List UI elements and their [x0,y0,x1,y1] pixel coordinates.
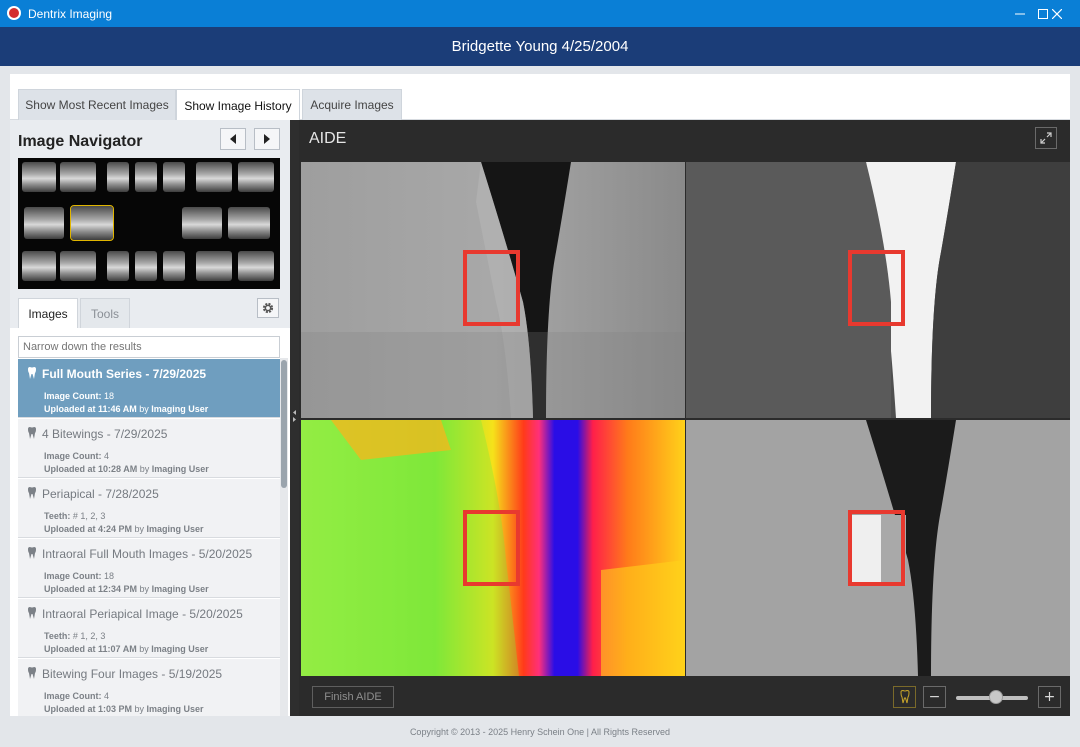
series-upload-line: Uploaded at 10:28 AM by Imaging User [44,464,209,474]
image-navigator-title: Image Navigator [18,133,143,150]
gear-icon [262,302,274,314]
series-detail-line: Image Count: 18 [44,391,115,401]
aide-detection-marker [463,250,520,326]
maximize-button[interactable] [997,0,1048,27]
viewer-title: AIDE [309,130,347,147]
series-detail-line: Image Count: 4 [44,691,110,701]
aide-detection-marker [848,250,905,326]
tab-tools[interactable]: Tools [80,298,130,328]
xray-thumbnail[interactable] [238,162,274,192]
tab-images[interactable]: Images [18,298,78,329]
image-history-list: Full Mouth Series - 7/29/2025 Image Coun… [10,328,290,716]
series-detail-line: Image Count: 18 [44,571,115,581]
series-title: Periapical - 7/28/2025 [42,487,159,501]
zoom-in-button[interactable]: + [1038,686,1061,708]
aide-detection-marker [463,510,520,586]
patient-header: Bridgette Young 4/25/2004 [0,27,1080,66]
xray-thumbnail[interactable] [107,162,129,192]
settings-button[interactable] [257,298,279,318]
series-detail-line: Teeth: # 1, 2, 3 [44,631,106,641]
tooth-icon [28,607,36,619]
list-item[interactable]: Periapical - 7/28/2025 Teeth: # 1, 2, 3 … [18,479,280,538]
xray-thumbnail[interactable] [238,251,274,281]
xray-pane-original[interactable] [301,162,685,418]
list-item[interactable]: Intraoral Periapical Image - 5/20/2025 T… [18,599,280,658]
aide-detection-marker [848,510,905,586]
xray-thumbnail[interactable] [182,207,222,239]
series-upload-line: Uploaded at 11:07 AM by Imaging User [44,644,209,654]
series-upload-line: Uploaded at 1:03 PM by Imaging User [44,704,204,714]
tooth-tool-button[interactable] [893,686,916,708]
xray-thumbnail[interactable] [24,207,64,239]
window-titlebar: Dentrix Imaging [0,0,1080,27]
xray-thumbnail[interactable] [196,251,232,281]
xray-thumbnail[interactable] [22,251,56,281]
xray-thumbnail[interactable] [163,251,185,281]
xray-thumbnail[interactable] [60,251,96,281]
tooth-icon [28,547,36,559]
list-item[interactable]: Intraoral Full Mouth Images - 5/20/2025 … [18,539,280,598]
xray-thumbnail[interactable] [228,207,270,239]
navigator-next-button[interactable] [254,128,280,150]
image-navigator-thumbnails [18,158,280,289]
series-title: Full Mouth Series - 7/29/2025 [42,367,207,381]
splitter-grip-icon [293,410,296,422]
zoom-out-button[interactable]: − [923,686,946,708]
tooth-icon [28,487,36,499]
tooth-outline-icon [899,690,910,704]
xray-pane-enhanced[interactable] [686,420,1070,676]
expand-icon [1040,132,1052,144]
tooth-icon [28,427,36,439]
tab-show-most-recent-images[interactable]: Show Most Recent Images [18,89,176,120]
expand-button[interactable] [1035,127,1057,149]
xray-thumbnail-selected[interactable] [70,205,114,241]
series-detail-line: Teeth: # 1, 2, 3 [44,511,106,521]
window-title: Dentrix Imaging [28,7,113,21]
xray-thumbnail[interactable] [22,162,56,192]
left-panel: Image Navigator Images Tools Narrow down… [10,120,290,716]
series-title: Intraoral Full Mouth Images - 5/20/2025 [42,547,253,561]
close-icon [1052,8,1062,19]
series-upload-line: Uploaded at 12:34 PM by Imaging User [44,584,209,594]
xray-thumbnail[interactable] [60,162,96,192]
tooth-icon [28,367,36,379]
xray-thumbnail[interactable] [135,162,157,192]
top-tab-strip: Show Most Recent Images Show Image Histo… [10,74,1070,121]
caret-left-icon [230,134,236,144]
xray-thumbnail[interactable] [196,162,232,192]
xray-thumbnail[interactable] [107,251,129,281]
navigator-prev-button[interactable] [220,128,246,150]
list-scrollbar-thumb[interactable] [281,360,287,488]
aide-viewer: AIDE Finish AIDE − + [299,120,1070,716]
list-item[interactable]: 4 Bitewings - 7/29/2025 Image Count: 4 U… [18,419,280,478]
xray-pane-heatmap[interactable] [301,420,685,676]
tooth-icon [28,667,36,679]
series-upload-line: Uploaded at 4:24 PM by Imaging User [44,524,204,534]
series-title: 4 Bitewings - 7/29/2025 [42,427,168,441]
xray-thumbnail[interactable] [163,162,185,192]
main-frame: Show Most Recent Images Show Image Histo… [0,66,1080,747]
dentrix-logo-icon [7,6,21,20]
list-item[interactable]: Full Mouth Series - 7/29/2025 Image Coun… [18,359,280,418]
series-upload-line: Uploaded at 11:46 AM by Imaging User [44,404,209,414]
viewer-toolbar: Finish AIDE − + [299,676,1070,716]
series-detail-line: Image Count: 4 [44,451,110,461]
caret-right-icon [264,134,270,144]
maximize-icon [1038,8,1048,19]
copyright-footer: Copyright © 2013 - 2025 Henry Schein One… [409,727,671,737]
xray-thumbnail[interactable] [135,251,157,281]
series-title: Intraoral Periapical Image - 5/20/2025 [42,607,243,621]
list-item[interactable]: Bitewing Four Images - 5/19/2025 Image C… [18,659,280,716]
tab-show-image-history[interactable]: Show Image History [176,89,300,121]
xray-pane-inverted[interactable] [686,162,1070,418]
search-input[interactable] [18,336,280,358]
zoom-slider-knob[interactable] [988,690,1003,704]
finish-aide-button[interactable]: Finish AIDE [312,686,394,708]
panel-splitter[interactable] [290,120,299,716]
series-title: Bitewing Four Images - 5/19/2025 [42,667,223,681]
tab-acquire-images[interactable]: Acquire Images [302,89,402,120]
